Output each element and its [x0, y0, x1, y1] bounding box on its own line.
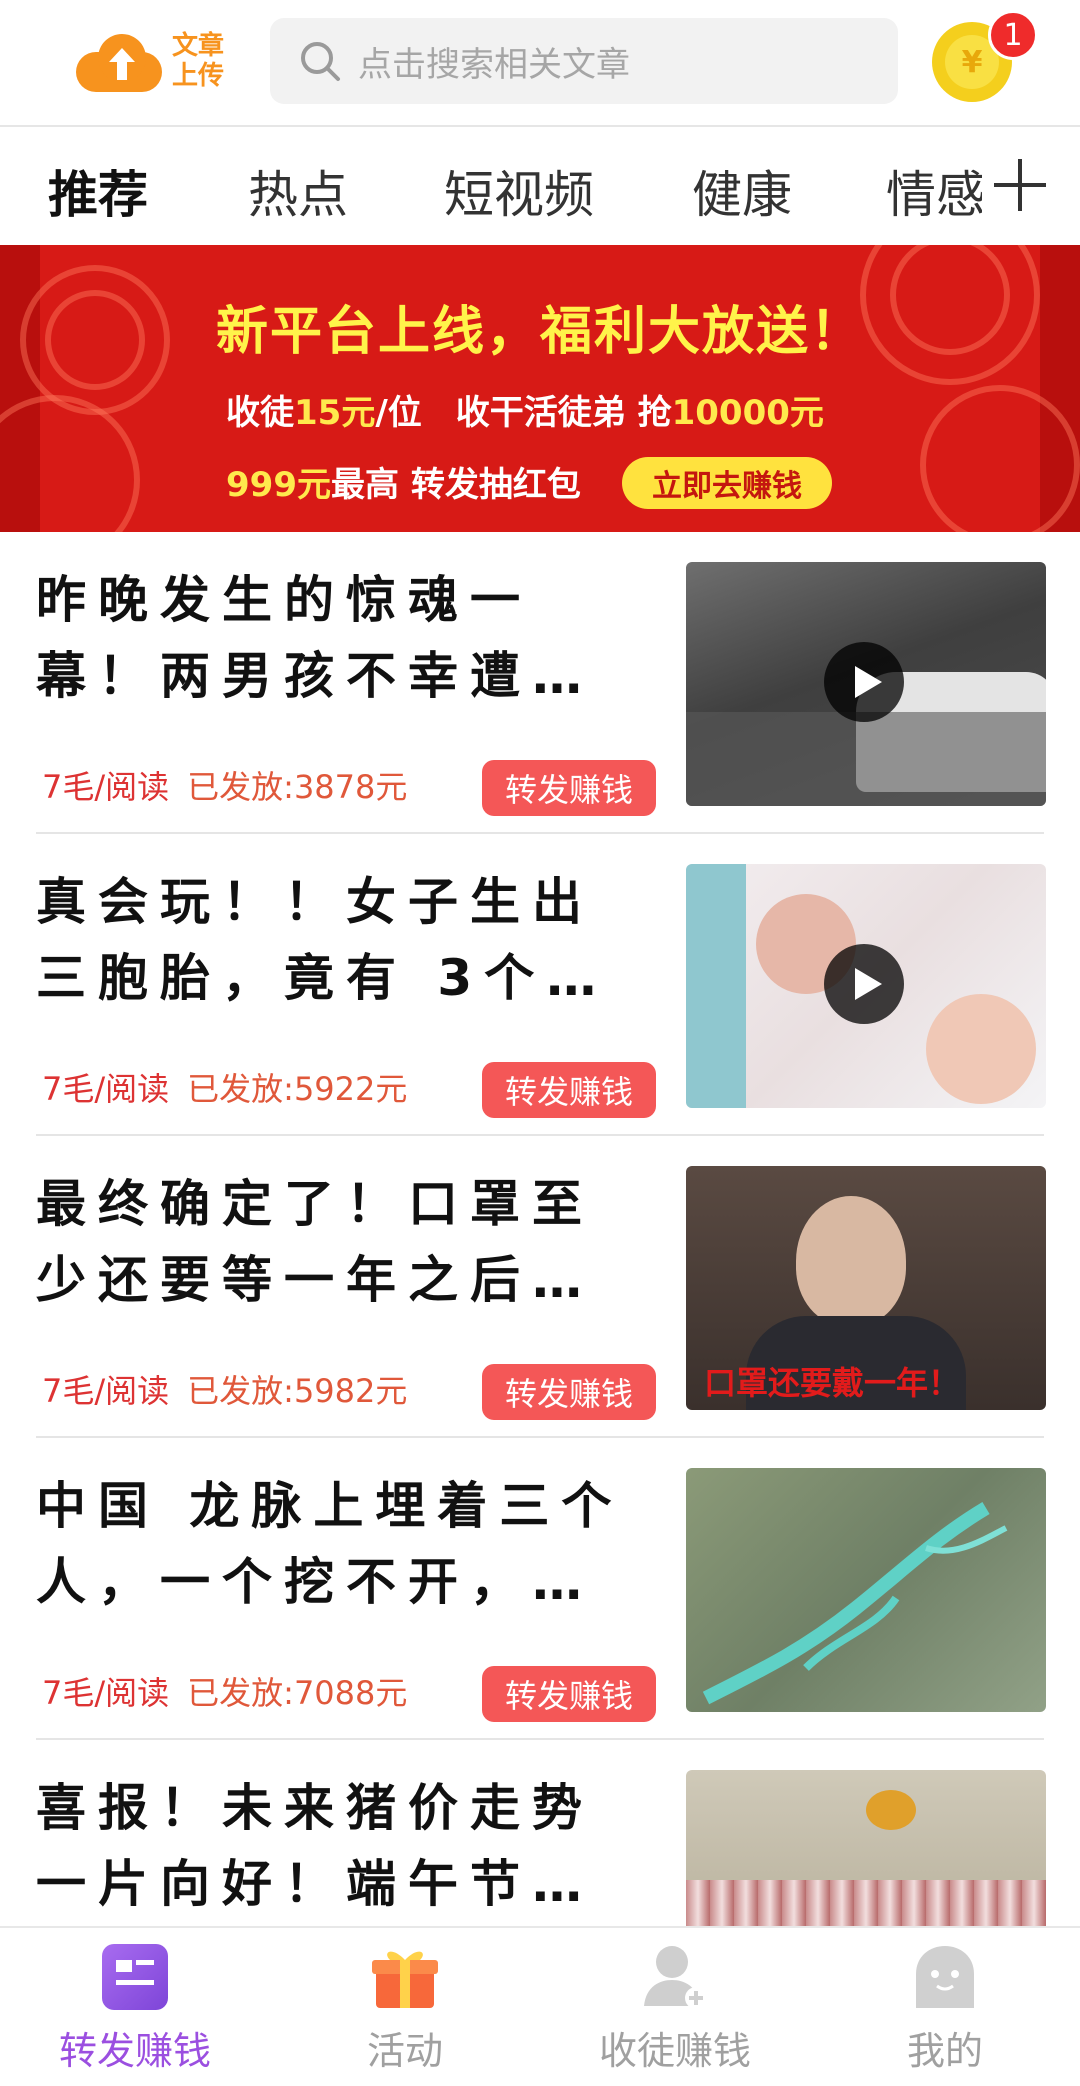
- play-video-icon[interactable]: [822, 942, 906, 1026]
- list-item[interactable]: 真会玩！！女子生出 三胞胎，竟有 3个… 7毛/阅读 已发放:5922元 转发赚钱: [0, 834, 1080, 1136]
- article-title: 最终确定了！口罩至 少还要等一年之后…: [36, 1175, 594, 1309]
- article-thumbnail[interactable]: [686, 1770, 1046, 1926]
- search-icon: [301, 42, 340, 81]
- article-meta: 7毛/阅读 已发放:5922元: [42, 1064, 407, 1110]
- logo-text-line2: 上传: [172, 61, 225, 91]
- article-meta: 7毛/阅读 已发放:5982元: [42, 1366, 407, 1412]
- profile-ghost-icon: [916, 1946, 974, 2008]
- article-thumbnail[interactable]: [686, 864, 1046, 1108]
- tab-health[interactable]: 健康: [692, 155, 792, 227]
- tab-emotion[interactable]: 情感: [886, 155, 982, 227]
- search-input[interactable]: 点击搜索相关文章: [270, 18, 898, 104]
- logo-text-line1: 文章: [172, 31, 225, 61]
- category-tabs: 推荐 热点 短视频 健康 情感: [0, 129, 1080, 245]
- tab-recommend[interactable]: 推荐: [48, 155, 148, 227]
- list-item[interactable]: 喜报！未来猪价走势 一片向好！端午节…: [0, 1740, 1080, 1926]
- play-video-icon[interactable]: [822, 640, 906, 724]
- share-earn-button[interactable]: 转发赚钱: [482, 1364, 656, 1420]
- nav-recruit-earn[interactable]: 收徒赚钱: [540, 1928, 810, 2086]
- article-thumbnail[interactable]: [686, 1468, 1046, 1712]
- nav-share-earn[interactable]: 转发赚钱: [0, 1928, 270, 2086]
- reward-rate: 7毛/阅读: [42, 768, 170, 806]
- search-placeholder: 点击搜索相关文章: [358, 44, 630, 85]
- notification-badge: 1: [988, 10, 1038, 60]
- article-meta: 7毛/阅读 已发放:3878元: [42, 762, 407, 808]
- article-thumbnail[interactable]: 口罩还要戴一年！: [686, 1166, 1046, 1410]
- nav-activity[interactable]: 活动: [270, 1928, 540, 2086]
- top-header: 文章 上传 点击搜索相关文章 ¥ 1: [0, 0, 1080, 127]
- article-icon: [102, 1944, 168, 2010]
- share-earn-button[interactable]: 转发赚钱: [482, 1666, 656, 1722]
- banner-title: 新平台上线，福利大放送！: [215, 302, 864, 362]
- banner-offer-line: 收徒15元/位 收干活徒弟 抢10000元: [226, 393, 824, 433]
- reward-rate: 7毛/阅读: [42, 1674, 170, 1712]
- paid-amount: 已发放:3878元: [187, 768, 408, 806]
- article-title: 真会玩！！女子生出 三胞胎，竟有 3个…: [36, 873, 609, 1007]
- nav-label: 我的: [906, 2029, 983, 2073]
- article-feed: 昨晚发生的惊魂一 幕！两男孩不幸遭… 7毛/阅读 已发放:3878元 转发赚钱 真…: [0, 532, 1080, 1926]
- share-earn-button[interactable]: 转发赚钱: [482, 1062, 656, 1118]
- reward-rate: 7毛/阅读: [42, 1372, 170, 1410]
- banner-redpacket-line: 999元最高 转发抽红包: [226, 465, 581, 505]
- promo-banner[interactable]: 新平台上线，福利大放送！ 收徒15元/位 收干活徒弟 抢10000元 999元最…: [0, 245, 1080, 532]
- tab-hot[interactable]: 热点: [248, 155, 348, 227]
- gift-icon: [372, 1951, 438, 2008]
- paid-amount: 已发放:7088元: [187, 1674, 408, 1712]
- list-item[interactable]: 中国 龙脉上埋着三个 人，一个挖不开，… 7毛/阅读 已发放:7088元 转发赚钱: [0, 1438, 1080, 1740]
- nav-label: 收徒赚钱: [598, 2029, 751, 2073]
- paid-amount: 已发放:5982元: [187, 1372, 408, 1410]
- earn-now-button[interactable]: 立即去赚钱: [622, 457, 832, 509]
- share-earn-button[interactable]: 转发赚钱: [482, 760, 656, 816]
- upload-article-button[interactable]: 文章 上传: [76, 26, 236, 96]
- article-meta: 7毛/阅读 已发放:7088元: [42, 1668, 407, 1714]
- add-category-icon[interactable]: [988, 153, 1052, 217]
- list-item[interactable]: 昨晚发生的惊魂一 幕！两男孩不幸遭… 7毛/阅读 已发放:3878元 转发赚钱: [0, 532, 1080, 834]
- upload-cloud-icon: [76, 30, 162, 92]
- add-user-icon: [644, 1946, 707, 2009]
- list-item[interactable]: 最终确定了！口罩至 少还要等一年之后… 7毛/阅读 已发放:5982元 转发赚钱 …: [0, 1136, 1080, 1438]
- nav-label: 活动: [366, 2029, 443, 2073]
- bottom-navigation: 转发赚钱 活动 收徒赚钱 我的: [0, 1926, 1080, 2086]
- article-title: 中国 龙脉上埋着三个 人，一个挖不开，…: [36, 1477, 624, 1611]
- nav-mine[interactable]: 我的: [810, 1928, 1080, 2086]
- article-thumbnail[interactable]: [686, 562, 1046, 806]
- nav-label: 转发赚钱: [58, 2029, 211, 2073]
- thumbnail-caption: 口罩还要戴一年！: [704, 1364, 961, 1402]
- reward-rate: 7毛/阅读: [42, 1070, 170, 1108]
- tab-short-video[interactable]: 短视频: [444, 155, 594, 227]
- tab-emotion-clip: 情感: [886, 129, 982, 245]
- paid-amount: 已发放:5922元: [187, 1070, 408, 1108]
- article-title: 昨晚发生的惊魂一 幕！两男孩不幸遭…: [36, 571, 594, 705]
- article-title: 喜报！未来猪价走势 一片向好！端午节…: [36, 1779, 594, 1913]
